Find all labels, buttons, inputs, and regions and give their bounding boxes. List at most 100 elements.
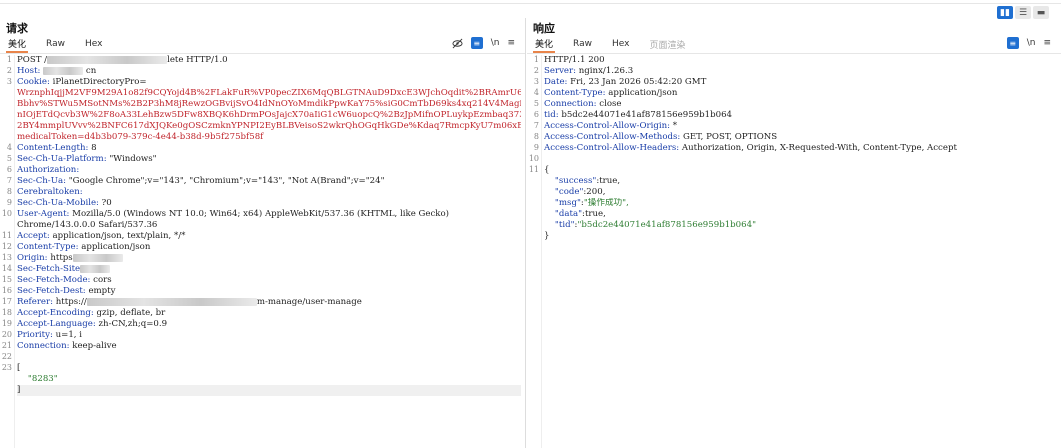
response-tab-render[interactable]: 页面渲染 bbox=[647, 37, 687, 52]
json-string: "8283" bbox=[17, 374, 58, 384]
response-line-number: 4 bbox=[533, 88, 539, 97]
request-editor[interactable]: POST / lete HTTP/1.0 Host: cn Cookie: iPlan… bbox=[0, 55, 525, 448]
json-key: "success" bbox=[544, 176, 597, 186]
header-value: nginx/1.26.3 bbox=[576, 66, 634, 76]
response-tab-raw[interactable]: Raw bbox=[571, 38, 594, 50]
request-line: Sec-Ch-Ua-Platform: "Windows" bbox=[17, 154, 521, 165]
newline-toggle[interactable]: \n bbox=[491, 38, 500, 48]
header-key: tid: bbox=[544, 110, 559, 120]
request-line: Authorization: bbox=[17, 165, 521, 176]
request-line-number: 8 bbox=[6, 187, 12, 196]
header-key: Accept-Encoding: bbox=[17, 308, 94, 318]
request-tab-hex[interactable]: Hex bbox=[83, 38, 104, 50]
header-value: application/json bbox=[78, 242, 151, 252]
redacted-block bbox=[80, 264, 111, 273]
request-line: Sec-Ch-Ua-Mobile: ?0 bbox=[17, 198, 521, 209]
response-divider bbox=[527, 53, 1061, 54]
header-key: Accept-Language: bbox=[17, 319, 96, 329]
request-lines[interactable]: POST / lete HTTP/1.0 Host: cn Cookie: iPlan… bbox=[17, 55, 521, 396]
request-line: Content-Length: 8 bbox=[17, 143, 521, 154]
header-value: GET, POST, OPTIONS bbox=[680, 132, 778, 142]
request-line: Host: cn bbox=[17, 66, 521, 77]
header-key: Server: bbox=[544, 66, 577, 76]
request-line-number: 1 bbox=[6, 55, 12, 64]
response-tools: ≡ \n ≡ bbox=[1006, 36, 1051, 50]
plain-text: { bbox=[544, 165, 550, 175]
header-value: "Google Chrome";v="143", "Chromium";v="1… bbox=[65, 176, 385, 186]
menu-icon[interactable]: ≡ bbox=[507, 38, 515, 48]
response-line-number: 6 bbox=[533, 110, 539, 119]
request-line: POST / bbox=[17, 55, 48, 65]
header-value: https:// bbox=[53, 297, 87, 307]
cookie-value: WrznphIqjjM2VF9M29A1o82f9CQYojd4B%2FLakF… bbox=[17, 88, 521, 98]
plain-text: ] bbox=[17, 385, 21, 395]
request-line-number: 3 bbox=[6, 77, 12, 86]
response-tab-hex[interactable]: Hex bbox=[610, 38, 631, 50]
response-line: Server: nginx/1.26.3 bbox=[544, 66, 1057, 77]
header-value-tail: m-manage/user-manage bbox=[256, 297, 362, 307]
header-key: Access-Control-Allow-Headers: bbox=[544, 143, 680, 153]
response-editor[interactable]: HTTP/1.1 200 Server: nginx/1.26.3 Date: Fr… bbox=[527, 55, 1061, 448]
header-key: Priority: bbox=[17, 330, 53, 340]
redacted-block bbox=[72, 253, 123, 262]
header-key: Access-Control-Allow-Methods: bbox=[544, 132, 681, 142]
response-line: Connection: close bbox=[544, 99, 1057, 110]
request-tab-raw[interactable]: Raw bbox=[44, 38, 67, 50]
header-key: Cerebraltoken: bbox=[17, 187, 83, 197]
menu-icon[interactable]: ≡ bbox=[1043, 38, 1051, 48]
header-key: Sec-Fetch-Site bbox=[17, 264, 81, 274]
request-line: 2BY4mmplUVvv%2BNFC617dXJQKe0gOSCzmknYPNP… bbox=[17, 121, 521, 132]
request-line-number: 19 bbox=[1, 319, 12, 328]
request-line-number: 14 bbox=[1, 264, 12, 273]
header-value: iPlanetDirectoryPro= bbox=[49, 77, 147, 87]
header-value: Fri, 23 Jan 2026 05:42:20 GMT bbox=[567, 77, 707, 87]
request-line-number: 6 bbox=[6, 165, 12, 174]
response-line: HTTP/1.1 200 bbox=[544, 55, 1057, 66]
pretty-format-icon[interactable]: ≡ bbox=[1006, 37, 1019, 49]
response-line: Access-Control-Allow-Methods: GET, POST,… bbox=[544, 132, 1057, 143]
request-line: nIOjETdQcvb3W%2F8oA33LehBzw5DFw8XBQK6hDr… bbox=[17, 110, 521, 121]
newline-toggle[interactable]: \n bbox=[1027, 38, 1036, 48]
request-line-number: 20 bbox=[1, 330, 12, 339]
cookie-value: nIOjETdQcvb3W%2F8oA33LehBzw5DFw8XBQK6hDr… bbox=[17, 110, 521, 120]
header-value: zh-CN,zh;q=0.9 bbox=[95, 319, 168, 329]
json-punct: :true, bbox=[582, 209, 606, 219]
request-line bbox=[17, 352, 521, 363]
request-line: Accept-Encoding: gzip, deflate, br bbox=[17, 308, 521, 319]
header-value: empty bbox=[85, 286, 116, 296]
response-line: "tid":"b5dc2e44071e41af878156e959b1b064" bbox=[544, 220, 1057, 231]
request-line: lete HTTP/1.0 bbox=[167, 55, 228, 65]
response-tab-pretty[interactable]: 美化 bbox=[533, 36, 556, 53]
request-line-number: 23 bbox=[1, 363, 12, 372]
plain-text: } bbox=[544, 231, 550, 241]
request-line-number: 21 bbox=[1, 341, 12, 350]
json-string: "b5dc2e44071e41af878156e959b1b064" bbox=[577, 220, 757, 230]
request-tab-pretty[interactable]: 美化 bbox=[6, 36, 29, 53]
header-key: Accept: bbox=[17, 231, 50, 241]
request-gutter bbox=[0, 55, 15, 448]
top-border bbox=[0, 0, 1061, 4]
plain-text: Chrome/143.0.0.0 Safari/537.36 bbox=[17, 220, 158, 230]
header-key: Access-Control-Allow-Origin: bbox=[544, 121, 671, 131]
json-punct: :true, bbox=[596, 176, 621, 186]
request-line: Bbhv%STWu5MSotNMs%2B2P3hM8jRewzOGBvijSvO… bbox=[17, 99, 521, 110]
response-line-number: 3 bbox=[533, 77, 539, 86]
request-line: medicalToken=d4b3b079-379c-4e44-b38d-9b5… bbox=[17, 132, 521, 143]
request-line: Content-Type: application/json bbox=[17, 242, 521, 253]
header-key: Authorization: bbox=[17, 165, 80, 175]
header-key: Origin: bbox=[17, 253, 48, 263]
request-line: User-Agent: Mozilla/5.0 (Windows NT 10.0… bbox=[17, 209, 521, 220]
header-value: b5dc2e44071e41af878156e959b1b064 bbox=[558, 110, 733, 120]
response-line: Content-Type: application/json bbox=[544, 88, 1057, 99]
response-line: Date: Fri, 23 Jan 2026 05:42:20 GMT bbox=[544, 77, 1057, 88]
pretty-format-icon[interactable]: ≡ bbox=[470, 37, 483, 49]
request-pane: 请求 美化 Raw Hex ≡ \n ≡ POST / lete HTTP/1.0… bbox=[0, 18, 526, 448]
response-line-number: 10 bbox=[528, 154, 539, 163]
cookie-value: Bbhv%STWu5MSotNMs%2B2P3hM8jRewzOGBvijSvO… bbox=[17, 99, 521, 109]
hide-icon[interactable] bbox=[452, 38, 463, 49]
response-lines[interactable]: HTTP/1.1 200 Server: nginx/1.26.3 Date: Fr… bbox=[544, 55, 1057, 242]
redacted-block bbox=[43, 66, 84, 75]
request-line-number: 11 bbox=[1, 231, 12, 240]
request-line: Cookie: iPlanetDirectoryPro= bbox=[17, 77, 521, 88]
request-line: [ bbox=[17, 363, 521, 374]
